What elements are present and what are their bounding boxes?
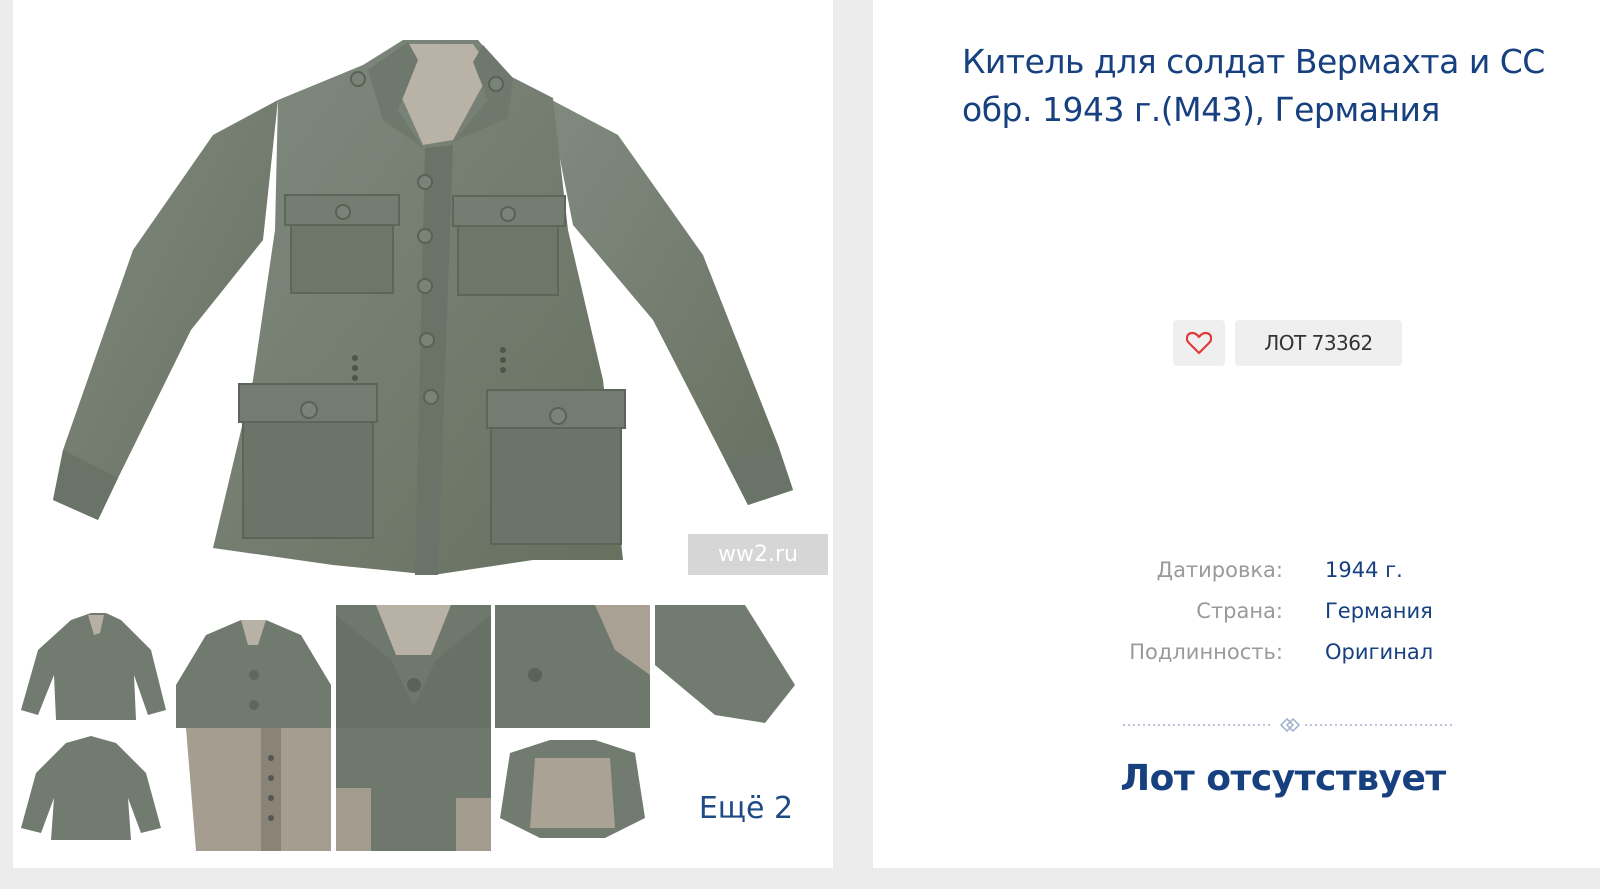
product-title: Китель для солдат Вермахта и СС обр. 194… xyxy=(962,42,1545,129)
property-value: 1944 г. xyxy=(1325,557,1403,582)
product-info-panel: Китель для солдат Вермахта и СС обр. 194… xyxy=(873,0,1600,868)
thumbnail-fabric-detail[interactable] xyxy=(336,728,491,851)
property-row-dating: Датировка: 1944 г. xyxy=(1098,549,1433,590)
thumbnail-lining-stamps[interactable] xyxy=(176,728,331,851)
thumbnail-image xyxy=(16,605,171,728)
jacket-image xyxy=(53,40,793,575)
thumbnail-image xyxy=(16,728,171,851)
thumbnail-jacket-front[interactable] xyxy=(16,605,171,728)
thumbnail-jacket-lining-open[interactable] xyxy=(495,728,650,851)
favorite-button[interactable] xyxy=(1173,320,1225,366)
property-row-authenticity: Подлинность: Оригинал xyxy=(1098,631,1433,672)
main-product-photo[interactable]: ww2.ru xyxy=(13,0,833,600)
lot-number-badge: ЛОТ 73362 xyxy=(1235,320,1402,366)
watermark: ww2.ru xyxy=(688,534,828,575)
thumbnail-image xyxy=(176,605,331,728)
thumbnail-collar-closeup[interactable] xyxy=(336,605,491,728)
photo-gallery: ww2.ru Ещё 2 xyxy=(13,0,833,868)
thumbnail-image xyxy=(495,605,650,728)
property-label: Подлинность: xyxy=(1129,639,1283,664)
ornament-divider xyxy=(1123,718,1453,732)
property-label: Страна: xyxy=(1196,598,1283,623)
thumbnail-jacket-upper[interactable] xyxy=(176,605,331,728)
thumbnail-sleeve-closeup[interactable] xyxy=(655,605,810,728)
thumbnail-shoulder-closeup[interactable] xyxy=(495,605,650,728)
property-label: Датировка: xyxy=(1156,557,1283,582)
heart-icon xyxy=(1186,331,1212,355)
thumbnail-image xyxy=(336,605,491,728)
property-value: Оригинал xyxy=(1325,639,1434,664)
more-photos-link[interactable]: Ещё 2 xyxy=(676,747,816,870)
thumbnail-image xyxy=(336,728,491,851)
properties-list: Датировка: 1944 г. Страна: Германия Подл… xyxy=(1098,549,1433,672)
thumbnail-image xyxy=(495,728,650,851)
property-value: Германия xyxy=(1325,598,1433,623)
thumbnail-image xyxy=(176,728,331,851)
thumbnail-image xyxy=(655,605,810,728)
property-row-country: Страна: Германия xyxy=(1098,590,1433,631)
lot-status: Лот отсутствует xyxy=(1120,758,1446,799)
thumbnail-jacket-back[interactable] xyxy=(16,728,171,851)
